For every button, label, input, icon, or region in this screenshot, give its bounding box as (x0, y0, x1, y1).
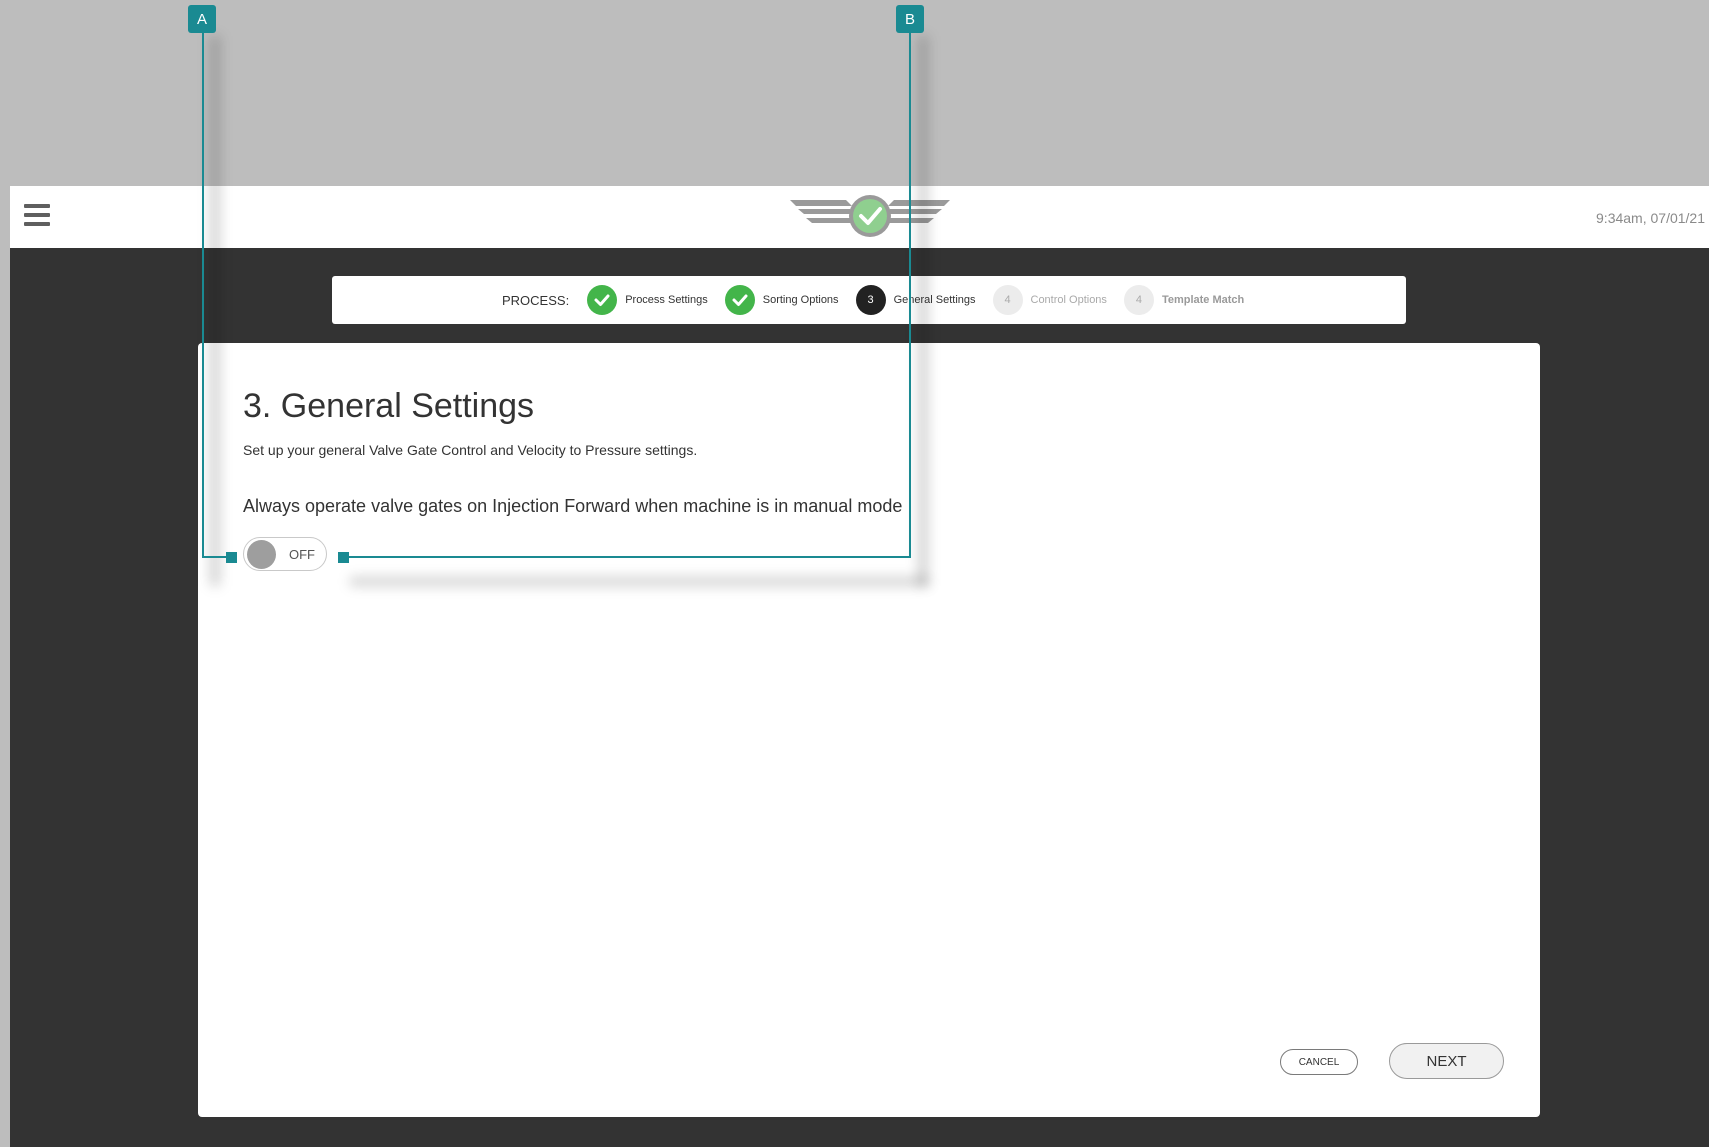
callout-a-badge: A (188, 5, 216, 33)
check-icon (724, 285, 755, 315)
step-process-settings[interactable]: Process Settings (587, 285, 708, 315)
callout-a-shadow (210, 36, 220, 586)
timestamp: 9:34am, 07/01/21 (1596, 210, 1705, 226)
callout-a-line (202, 32, 204, 558)
setting-label: Always operate valve gates on Injection … (243, 496, 903, 516)
valve-gate-toggle[interactable]: OFF (243, 537, 327, 571)
callout-b-line (342, 556, 911, 558)
next-button[interactable]: NEXT (1389, 1043, 1504, 1079)
step-number: 3 (855, 285, 886, 315)
step-number: 4 (992, 285, 1023, 315)
check-icon (587, 285, 618, 315)
callout-b-shadow-h (350, 577, 928, 586)
step-label: Process Settings (625, 294, 708, 306)
step-control-options[interactable]: 4 Control Options (992, 285, 1107, 315)
step-general-settings[interactable]: 3 General Settings (855, 285, 976, 315)
step-label: Sorting Options (762, 294, 839, 306)
settings-panel: 3. General Settings Set up your general … (198, 343, 1540, 1117)
page-title: 3. General Settings (243, 387, 535, 425)
callout-a-anchor (226, 552, 237, 563)
step-label: Control Options (1030, 294, 1107, 306)
process-stepper: PROCESS: Process Settings Sorting Option… (332, 276, 1406, 324)
top-bar: 9:34am, 07/01/21 (10, 186, 1709, 248)
step-template-match[interactable]: 4 Template Match (1123, 285, 1245, 315)
callout-b-anchor (338, 552, 349, 563)
step-label: General Settings (893, 294, 976, 306)
step-label: Template Match (1161, 294, 1245, 306)
toggle-knob (247, 540, 276, 569)
toggle-state-label: OFF (289, 547, 315, 562)
page-subtitle: Set up your general Valve Gate Control a… (243, 442, 698, 458)
callout-b-line (909, 32, 911, 558)
callout-b-badge: B (896, 5, 924, 33)
cancel-button[interactable]: CANCEL (1280, 1049, 1358, 1075)
step-number: 4 (1123, 285, 1154, 315)
hamburger-icon[interactable] (24, 204, 50, 228)
step-sorting-options[interactable]: Sorting Options (724, 285, 839, 315)
callout-b-shadow (918, 36, 928, 586)
stepper-label: PROCESS: (502, 292, 570, 308)
